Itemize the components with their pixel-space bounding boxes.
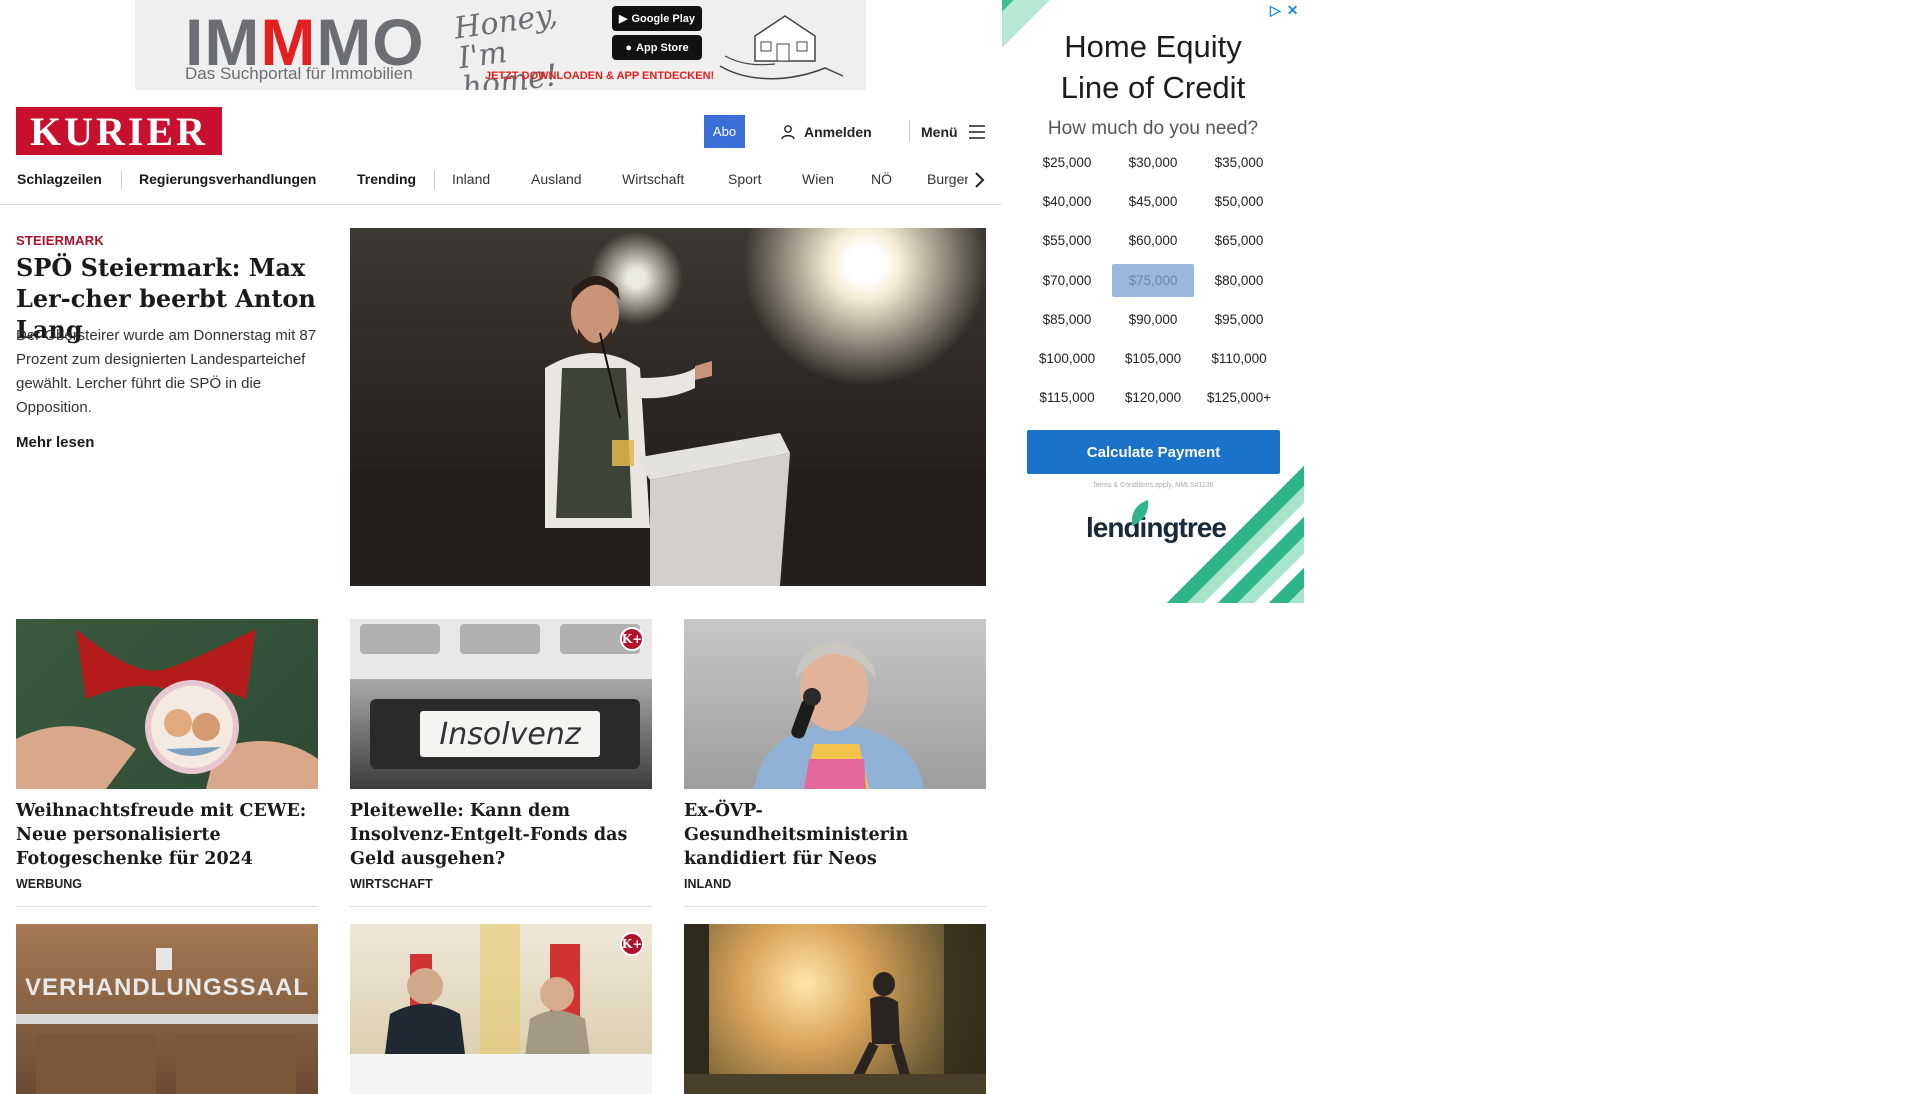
lead-teaser: Der Obersteirer wurde am Donnerstag mit … bbox=[16, 327, 317, 416]
amount-option[interactable]: $110,000 bbox=[1198, 342, 1280, 375]
folder-photo bbox=[350, 619, 652, 769]
kplus-badge: K+ bbox=[620, 932, 644, 956]
article-title[interactable]: Pleitewelle: Kann dem Insolvenz-Entgelt-… bbox=[350, 799, 652, 871]
folder-label: Insolvenz bbox=[439, 716, 581, 752]
amount-option[interactable]: $105,000 bbox=[1112, 342, 1194, 375]
card-divider bbox=[16, 906, 318, 907]
ad-tagline: Das Suchportal für Immobilien bbox=[185, 64, 413, 83]
calculate-payment-button[interactable]: Calculate Payment bbox=[1027, 430, 1280, 474]
article-section: WERBUNG bbox=[16, 877, 82, 891]
article-image[interactable]: Insolvenz K+ bbox=[350, 619, 652, 789]
amount-option[interactable]: $50,000 bbox=[1198, 185, 1280, 218]
lead-kicker[interactable]: STEIERMARK bbox=[16, 233, 104, 248]
ad-headline: Home Equity Line of Credit bbox=[1060, 29, 1246, 105]
amount-option[interactable]: $85,000 bbox=[1026, 303, 1108, 336]
speaker-photo bbox=[350, 275, 986, 586]
article-card[interactable]: Ex-ÖVP-Gesundheitsministerin kandidiert … bbox=[684, 619, 986, 891]
ad-cta: JETZT DOWNLOADEN & APP ENTDECKEN! bbox=[485, 70, 715, 82]
press-conference-photo bbox=[350, 924, 652, 1094]
nav-item-schlagzeilen[interactable]: Schlagzeilen bbox=[17, 163, 102, 195]
side-ad[interactable]: Home Equity Line of Credit How much do y… bbox=[1002, 0, 1304, 603]
header-divider bbox=[909, 120, 910, 142]
nav-divider bbox=[121, 170, 122, 190]
article-image[interactable]: K+ bbox=[350, 924, 652, 1094]
leaf-icon bbox=[1131, 500, 1149, 526]
article-card[interactable]: VERHANDLUNGSSAAL bbox=[16, 924, 318, 1094]
nav-item-trending[interactable]: Trending bbox=[357, 163, 416, 195]
lead-image[interactable] bbox=[350, 228, 986, 586]
article-section[interactable]: INLAND bbox=[684, 877, 986, 891]
amount-option[interactable]: $35,000 bbox=[1198, 146, 1280, 179]
card-divider bbox=[684, 906, 986, 907]
card-divider bbox=[350, 906, 652, 907]
nav-item-inland[interactable]: Inland bbox=[452, 163, 490, 195]
amount-option[interactable]: $120,000 bbox=[1112, 381, 1194, 414]
amount-option[interactable]: $45,000 bbox=[1112, 185, 1194, 218]
article-image[interactable] bbox=[684, 924, 986, 1094]
chevron-right-icon bbox=[975, 172, 985, 188]
nav-divider bbox=[434, 170, 435, 190]
article-title[interactable]: Weihnachtsfreude mit CEWE: Neue personal… bbox=[16, 799, 318, 871]
amount-option[interactable]: $30,000 bbox=[1112, 146, 1194, 179]
jogger-photo bbox=[684, 924, 986, 1094]
article-card[interactable]: Insolvenz K+ Pleitewelle: Kann dem Insol… bbox=[350, 619, 652, 891]
kurier-logo[interactable]: KURIER bbox=[16, 107, 222, 155]
amount-option[interactable]: $115,000 bbox=[1026, 381, 1108, 414]
amount-option[interactable]: $40,000 bbox=[1026, 185, 1108, 218]
amount-option-selected[interactable]: $75,000 bbox=[1112, 264, 1194, 297]
article-title[interactable]: Ex-ÖVP-Gesundheitsministerin kandidiert … bbox=[684, 799, 986, 871]
courtroom-photo bbox=[16, 948, 318, 1094]
kplus-badge: K+ bbox=[620, 627, 644, 651]
ornament-photo bbox=[16, 629, 318, 789]
play-icon: ▶ bbox=[618, 13, 628, 25]
nav-item-noe[interactable]: NÖ bbox=[871, 163, 892, 195]
article-image[interactable] bbox=[684, 619, 986, 789]
adchoices-icon[interactable]: ▷ bbox=[1270, 2, 1281, 19]
courtroom-sign: VERHANDLUNGSSAAL bbox=[24, 974, 309, 1001]
amount-option[interactable]: $25,000 bbox=[1026, 146, 1108, 179]
apple-icon: ● bbox=[625, 41, 633, 54]
lendingtree-logo: lendingtree bbox=[1086, 500, 1227, 544]
nav-item-sport[interactable]: Sport bbox=[728, 163, 761, 195]
menu-label: Menü bbox=[921, 124, 958, 140]
ad-terms: Terms & Conditions apply. NMLS#1136 bbox=[1092, 482, 1214, 489]
ad-choices[interactable]: ▷ ✕ bbox=[1270, 2, 1299, 19]
hamburger-icon bbox=[968, 125, 985, 139]
nav-item-wien[interactable]: Wien bbox=[802, 163, 834, 195]
article-image[interactable]: VERHANDLUNGSSAAL bbox=[16, 924, 318, 1094]
login-label: Anmelden bbox=[804, 124, 872, 140]
user-icon bbox=[781, 125, 795, 140]
article-section[interactable]: WIRTSCHAFT bbox=[350, 877, 652, 891]
menu-button[interactable]: Menü bbox=[921, 121, 986, 143]
amount-option[interactable]: $70,000 bbox=[1026, 264, 1108, 297]
ad-question: How much do you need? bbox=[1047, 118, 1259, 139]
nav-scroll-right[interactable] bbox=[968, 169, 990, 191]
article-card[interactable] bbox=[684, 924, 986, 1094]
app-store-badge[interactable]: ● App Store bbox=[612, 35, 702, 60]
read-more-link[interactable]: Mehr lesen bbox=[16, 434, 94, 451]
nav-item-regierungsverhandlungen[interactable]: Regierungsverhandlungen bbox=[139, 163, 316, 195]
close-icon[interactable]: ✕ bbox=[1287, 2, 1299, 19]
article-card[interactable]: K+ bbox=[350, 924, 652, 1094]
amount-option[interactable]: $95,000 bbox=[1198, 303, 1280, 336]
amount-option[interactable]: $55,000 bbox=[1026, 224, 1108, 257]
nav-item-wirtschaft[interactable]: Wirtschaft bbox=[622, 163, 684, 195]
article-card[interactable]: Weihnachtsfreude mit CEWE: Neue personal… bbox=[16, 619, 318, 891]
section-nav: Schlagzeilen Regierungsverhandlungen Tre… bbox=[0, 163, 1002, 205]
amount-option[interactable]: $90,000 bbox=[1112, 303, 1194, 336]
amount-option[interactable]: $100,000 bbox=[1026, 342, 1108, 375]
google-play-badge[interactable]: ▶ Google Play bbox=[612, 6, 702, 31]
abo-button[interactable]: Abo bbox=[704, 115, 745, 148]
politician-photo bbox=[754, 641, 924, 789]
nav-item-ausland[interactable]: Ausland bbox=[531, 163, 582, 195]
login-button[interactable]: Anmelden bbox=[780, 121, 872, 143]
amount-option[interactable]: $65,000 bbox=[1198, 224, 1280, 257]
house-hand-icon bbox=[719, 15, 844, 80]
article-image[interactable] bbox=[16, 619, 318, 789]
amount-option[interactable]: $80,000 bbox=[1198, 264, 1280, 297]
top-banner-ad[interactable]: IMMMO Honey, I'm home! Das Suchportal fü… bbox=[135, 0, 866, 90]
amount-option[interactable]: $60,000 bbox=[1112, 224, 1194, 257]
amount-option[interactable]: $125,000+ bbox=[1198, 381, 1280, 414]
